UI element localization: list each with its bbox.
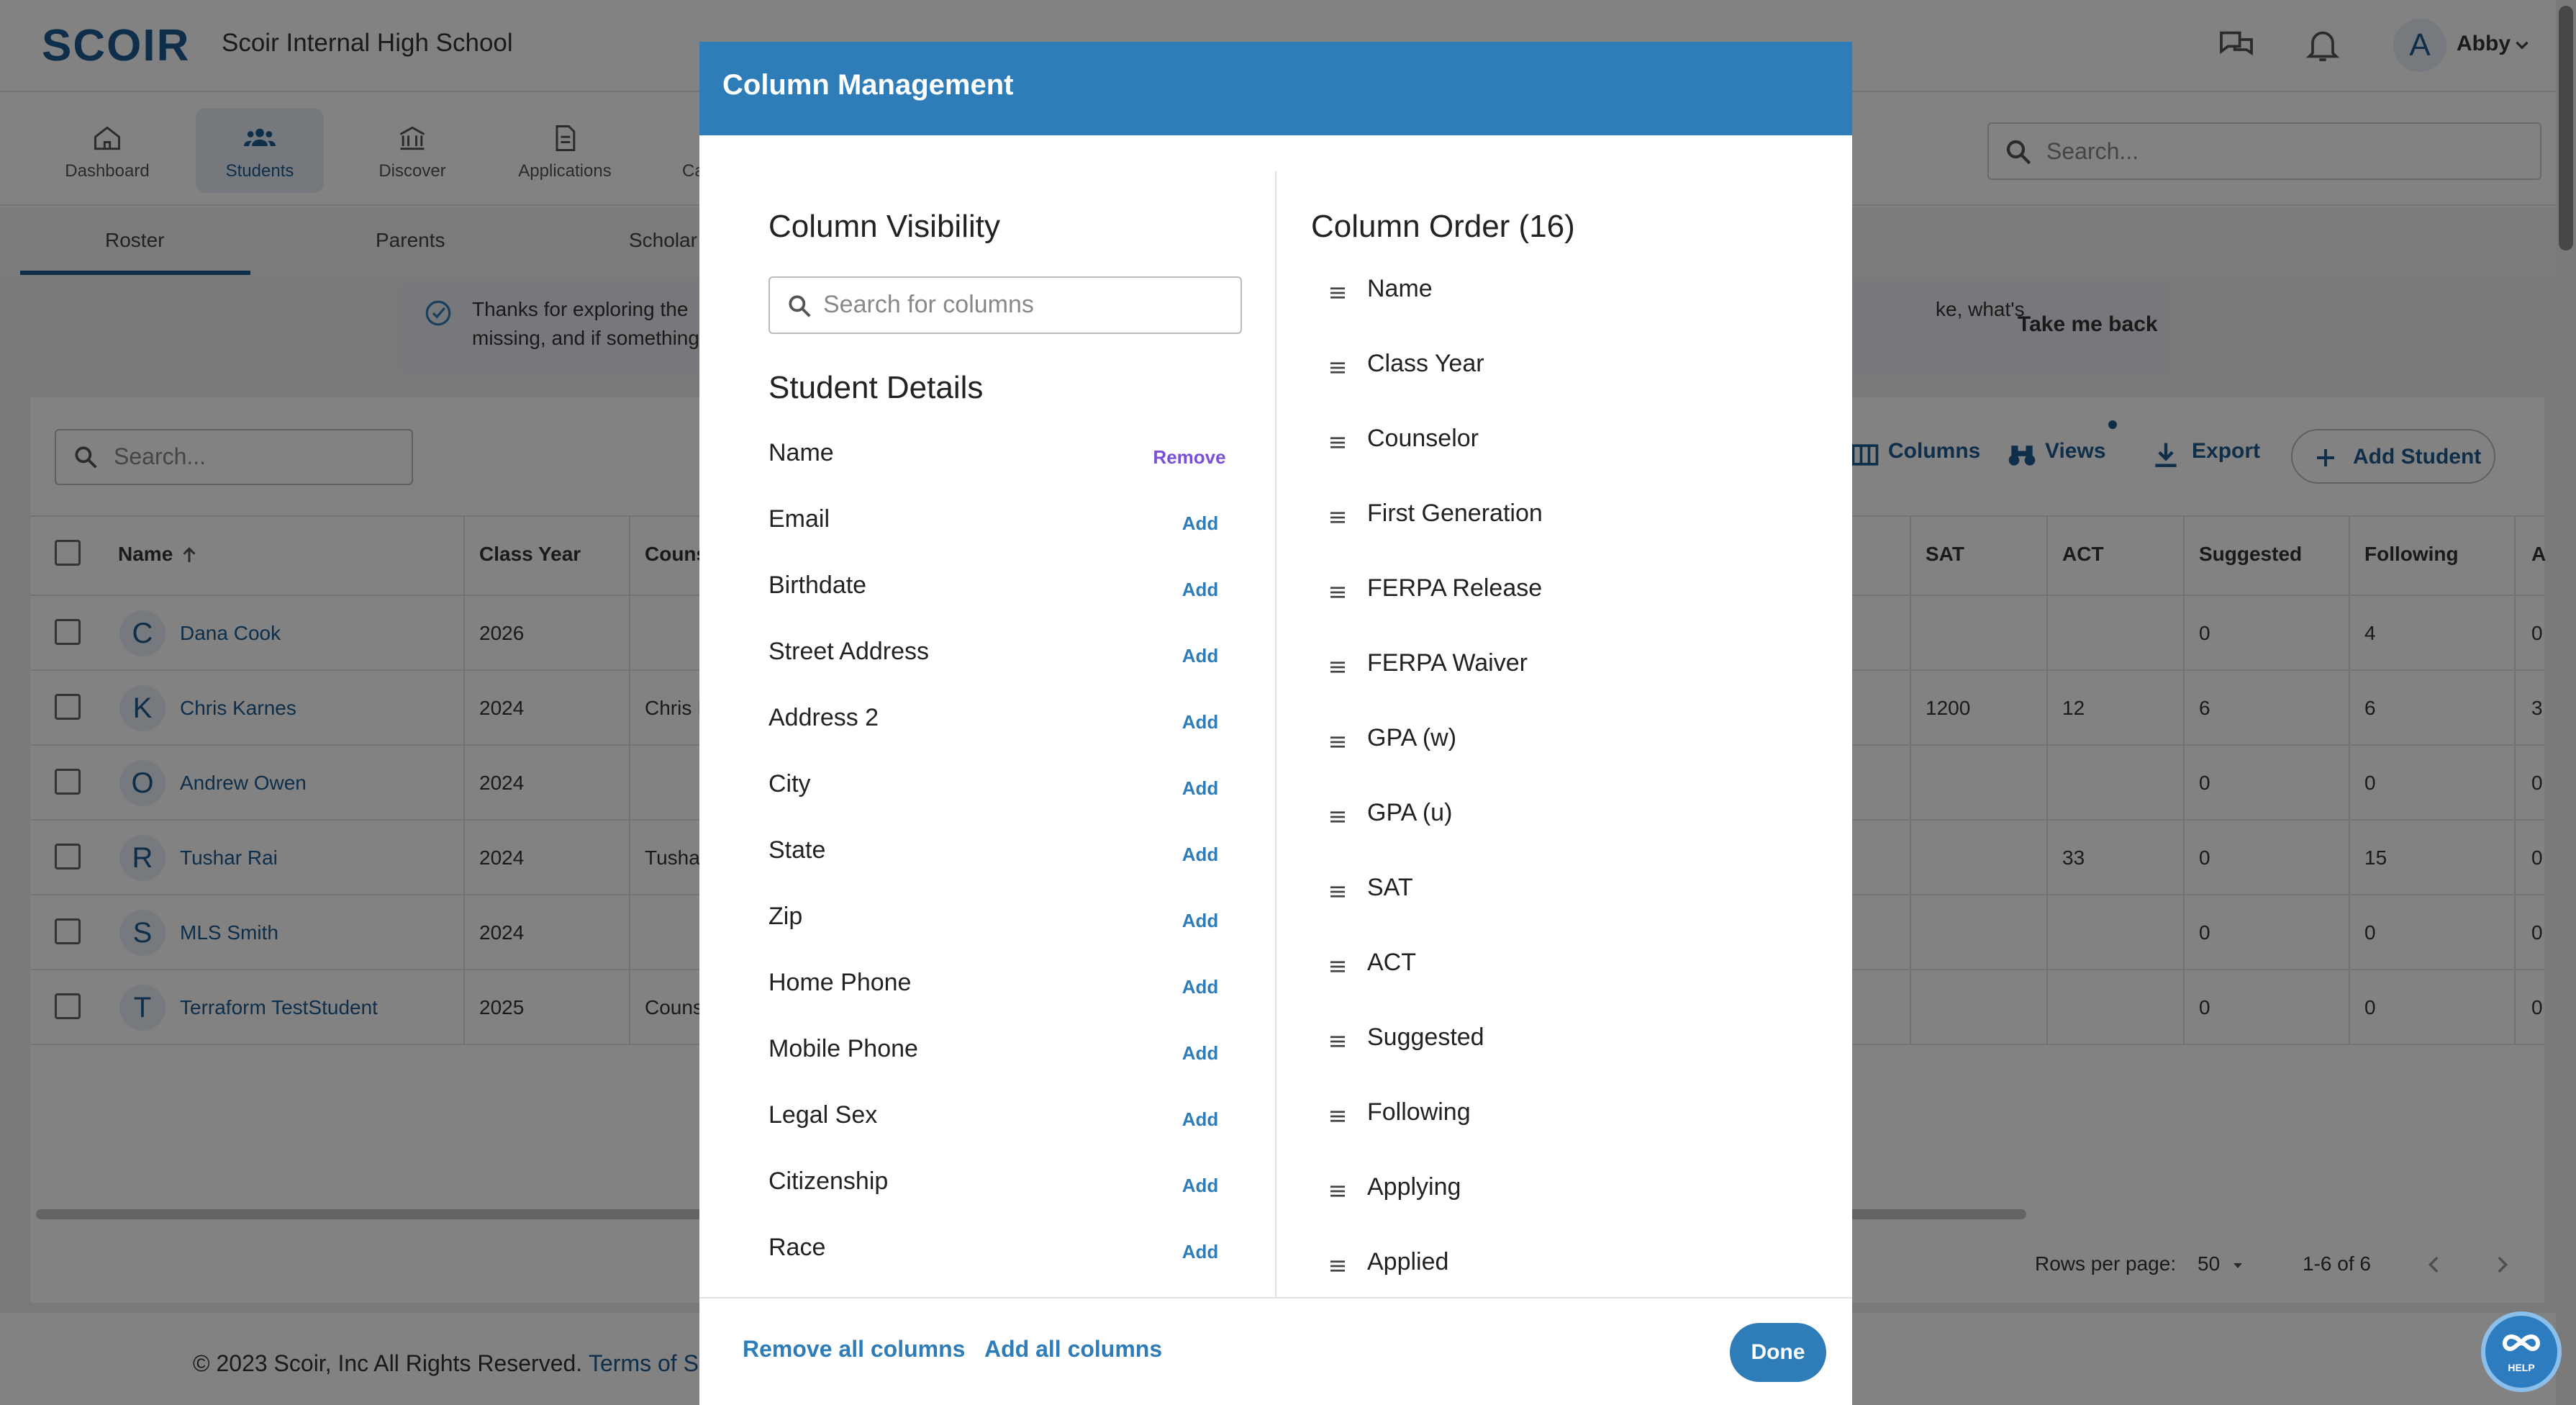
visibility-item: State Add xyxy=(768,836,1229,903)
add-column-button[interactable]: Add xyxy=(1171,645,1229,667)
add-column-button[interactable]: Add xyxy=(1171,844,1229,866)
visibility-item-label: Legal Sex xyxy=(768,1101,878,1129)
visibility-item: Zip Add xyxy=(768,903,1229,969)
column-order-item[interactable]: Name xyxy=(1327,275,1816,350)
drag-handle-icon[interactable] xyxy=(1327,282,1348,304)
add-column-button[interactable]: Add xyxy=(1171,777,1229,800)
student-details-title: Student Details xyxy=(768,370,984,405)
visibility-item: Birthdate Add xyxy=(768,572,1229,638)
add-column-button[interactable]: Add xyxy=(1171,579,1229,601)
visibility-item-label: Race xyxy=(768,1234,826,1261)
visibility-item: Name Remove xyxy=(768,439,1229,505)
drag-handle-icon[interactable] xyxy=(1327,1255,1348,1277)
column-order-label: First Generation xyxy=(1367,500,1543,527)
drag-handle-icon[interactable] xyxy=(1327,357,1348,379)
drag-handle-icon[interactable] xyxy=(1327,432,1348,453)
visibility-item: Mobile Phone Add xyxy=(768,1035,1229,1101)
infinity-icon xyxy=(2498,1329,2544,1357)
column-order-item[interactable]: FERPA Release xyxy=(1327,574,1816,649)
column-order-label: GPA (u) xyxy=(1367,799,1453,826)
visibility-item-label: Citizenship xyxy=(768,1167,889,1195)
column-order-title: Column Order (16) xyxy=(1311,209,1575,244)
visibility-item: Race Add xyxy=(768,1234,1229,1300)
visibility-item: Legal Sex Add xyxy=(768,1101,1229,1167)
column-order-label: Applying xyxy=(1367,1173,1461,1201)
column-visibility-title: Column Visibility xyxy=(768,209,1000,244)
drag-handle-icon[interactable] xyxy=(1327,956,1348,977)
add-column-button[interactable]: Add xyxy=(1171,711,1229,733)
visibility-item: Home Phone Add xyxy=(768,969,1229,1035)
drag-handle-icon[interactable] xyxy=(1327,806,1348,828)
column-order-item[interactable]: GPA (u) xyxy=(1327,799,1816,874)
drag-handle-icon[interactable] xyxy=(1327,1180,1348,1202)
visibility-item: Address 2 Add xyxy=(768,704,1229,770)
add-column-button[interactable]: Add xyxy=(1171,1108,1229,1131)
column-order-item[interactable]: Counselor xyxy=(1327,425,1816,500)
column-order-item[interactable]: First Generation xyxy=(1327,500,1816,574)
column-order-label: GPA (w) xyxy=(1367,724,1457,751)
done-button[interactable]: Done xyxy=(1730,1323,1826,1382)
add-column-button[interactable]: Add xyxy=(1171,512,1229,535)
modal-title: Column Management xyxy=(722,69,1014,101)
visibility-item-label: Street Address xyxy=(768,638,930,665)
column-order-item[interactable]: ACT xyxy=(1327,949,1816,1024)
column-order-item[interactable]: Following xyxy=(1327,1098,1816,1173)
drag-handle-icon[interactable] xyxy=(1327,656,1348,678)
modal-header: Column Management xyxy=(699,42,1852,135)
column-order-label: FERPA Waiver xyxy=(1367,649,1528,677)
column-order-label: Counselor xyxy=(1367,425,1479,452)
visibility-item-label: City xyxy=(768,770,811,798)
visibility-item: Citizenship Add xyxy=(768,1167,1229,1234)
visibility-item-label: Address 2 xyxy=(768,704,879,731)
visibility-item-label: Home Phone xyxy=(768,969,912,996)
add-column-button[interactable]: Add xyxy=(1171,976,1229,998)
drag-handle-icon[interactable] xyxy=(1327,731,1348,753)
remove-column-button[interactable]: Remove xyxy=(1150,446,1229,469)
column-order-label: Following xyxy=(1367,1098,1471,1126)
remove-all-columns-button[interactable]: Remove all columns xyxy=(743,1336,965,1363)
drag-handle-icon[interactable] xyxy=(1327,881,1348,903)
column-search-input[interactable]: Search for columns xyxy=(768,276,1242,334)
visibility-item-label: Birthdate xyxy=(768,572,867,599)
help-button[interactable]: HELP xyxy=(2481,1311,2562,1392)
column-order-label: FERPA Release xyxy=(1367,574,1543,602)
search-icon xyxy=(786,292,813,320)
search-placeholder: Search for columns xyxy=(823,291,1034,318)
column-order-item[interactable]: SAT xyxy=(1327,874,1816,949)
visibility-item-label: Name xyxy=(768,439,834,466)
add-column-button[interactable]: Add xyxy=(1171,1042,1229,1065)
column-order-item[interactable]: Class Year xyxy=(1327,350,1816,425)
modal-column-divider xyxy=(1275,171,1276,1334)
column-management-modal: Column Management Column Visibility Sear… xyxy=(699,42,1852,1405)
column-order-label: ACT xyxy=(1367,949,1416,976)
column-order-item[interactable]: FERPA Waiver xyxy=(1327,649,1816,724)
column-order-label: Name xyxy=(1367,275,1433,302)
column-order-item[interactable]: GPA (w) xyxy=(1327,724,1816,799)
visibility-item-label: Zip xyxy=(768,903,803,930)
drag-handle-icon[interactable] xyxy=(1327,582,1348,603)
visibility-item: Street Address Add xyxy=(768,638,1229,704)
visibility-item-label: State xyxy=(768,836,826,864)
add-column-button[interactable]: Add xyxy=(1171,1241,1229,1263)
visibility-item-label: Mobile Phone xyxy=(768,1035,918,1062)
drag-handle-icon[interactable] xyxy=(1327,1031,1348,1052)
column-order-label: Applied xyxy=(1367,1248,1449,1275)
add-all-columns-button[interactable]: Add all columns xyxy=(984,1336,1162,1363)
add-column-button[interactable]: Add xyxy=(1171,1175,1229,1197)
column-order-label: SAT xyxy=(1367,874,1413,901)
visibility-item: City Add xyxy=(768,770,1229,836)
column-order-item[interactable]: Suggested xyxy=(1327,1024,1816,1098)
column-order-label: Class Year xyxy=(1367,350,1484,377)
column-order-label: Suggested xyxy=(1367,1024,1484,1051)
add-column-button[interactable]: Add xyxy=(1171,910,1229,932)
visibility-item-label: Email xyxy=(768,505,830,533)
drag-handle-icon[interactable] xyxy=(1327,1106,1348,1127)
drag-handle-icon[interactable] xyxy=(1327,507,1348,528)
help-label: HELP xyxy=(2508,1362,2535,1373)
visibility-item: Email Add xyxy=(768,505,1229,572)
column-order-item[interactable]: Applying xyxy=(1327,1173,1816,1248)
